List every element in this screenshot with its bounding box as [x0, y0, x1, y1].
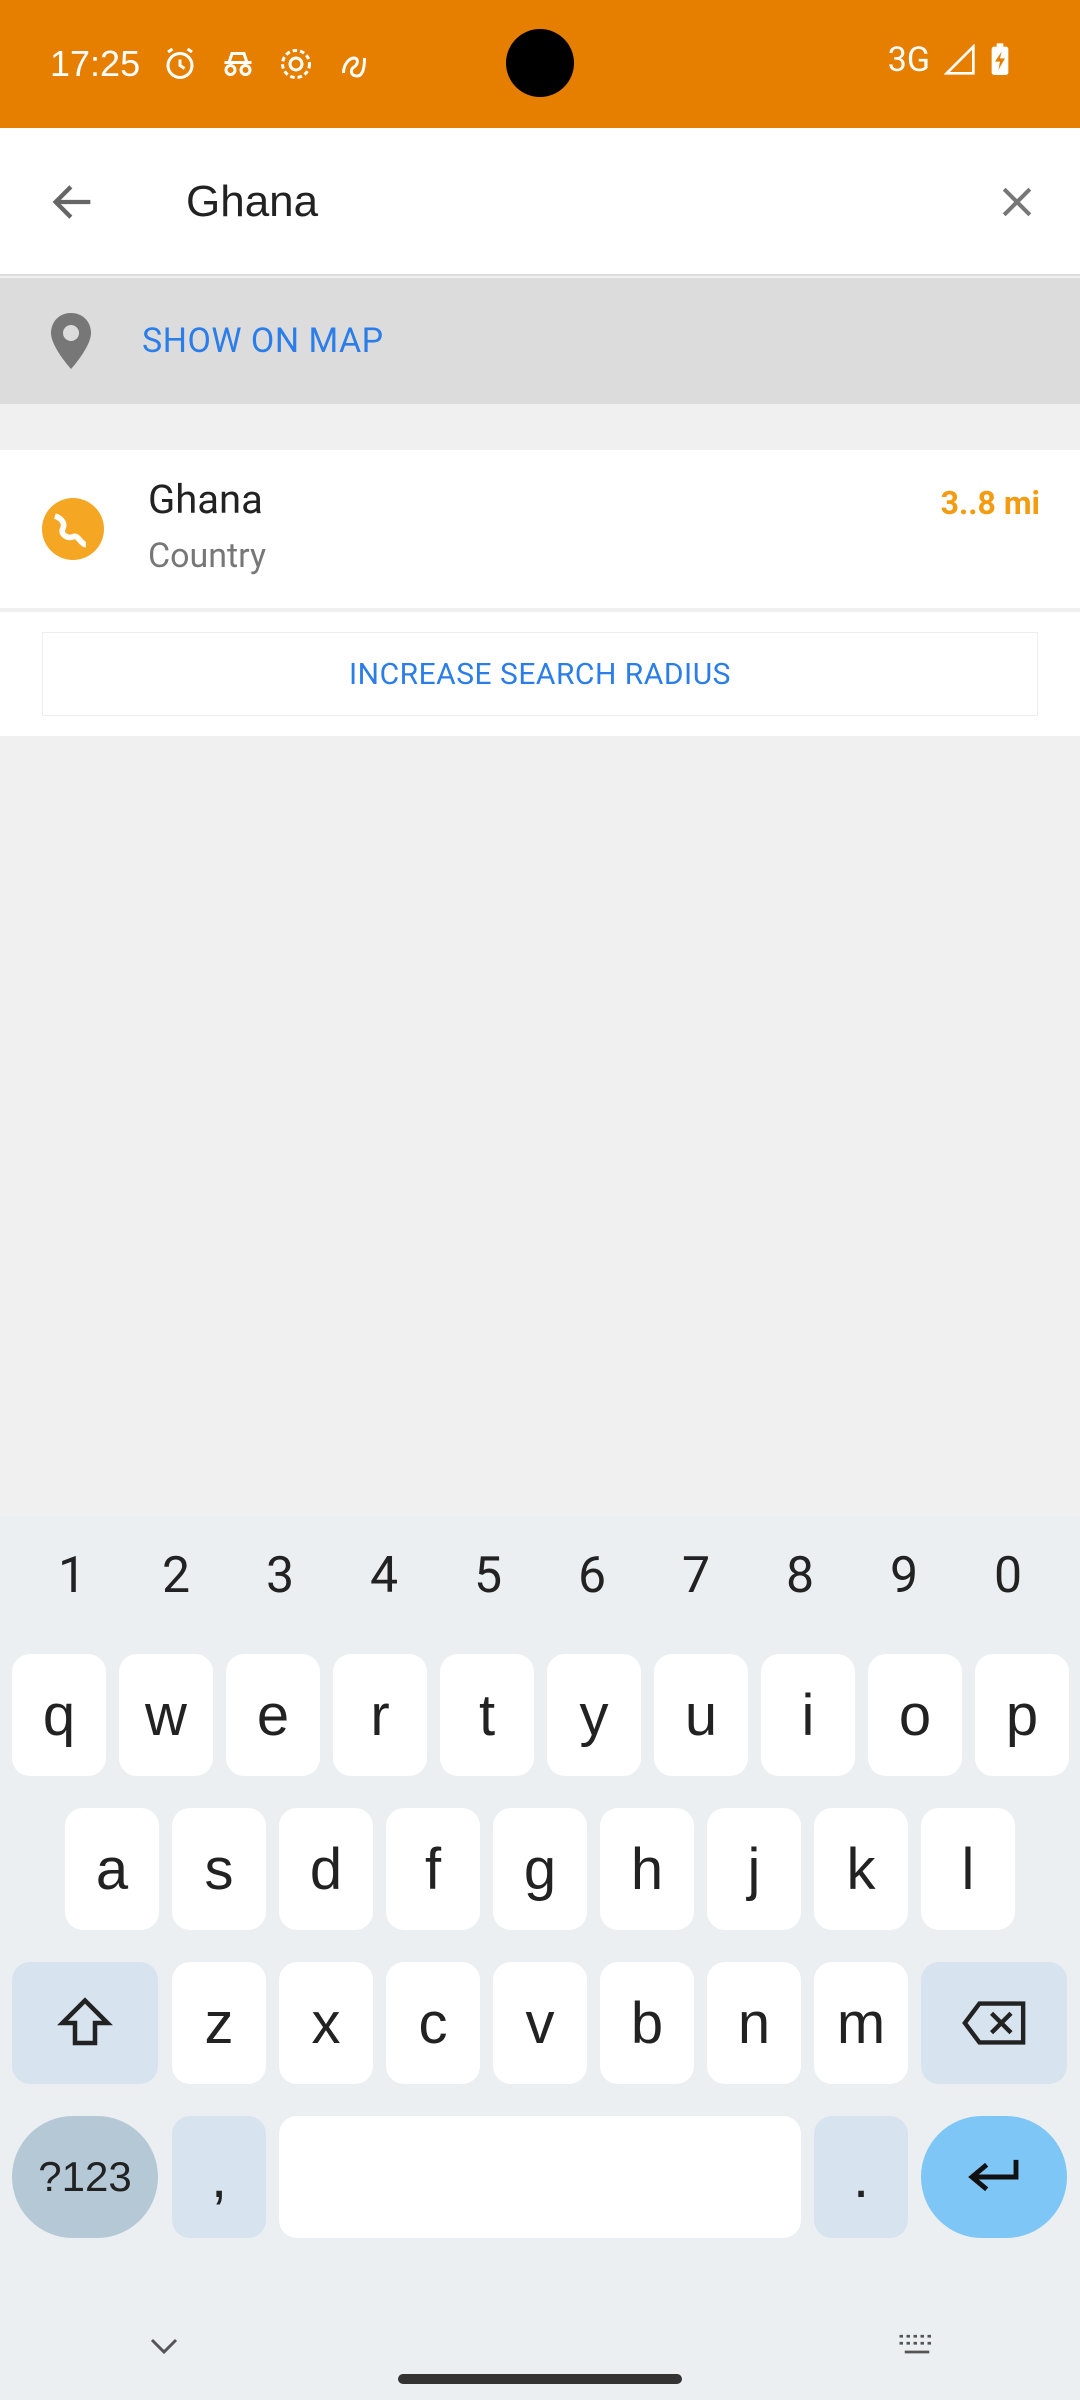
key-3[interactable]: 3 — [266, 1547, 294, 1605]
period-key[interactable]: . — [814, 2116, 908, 2238]
status-bar: 17:25 3G — [0, 0, 1080, 128]
key-9[interactable]: 9 — [890, 1547, 918, 1605]
keyboard-row-1: q w e r t y u i o p — [0, 1654, 1080, 1776]
status-icons — [162, 46, 372, 82]
result-subtitle: Country — [148, 536, 267, 576]
key-r[interactable]: r — [333, 1654, 427, 1776]
symbols-key[interactable]: ?123 — [12, 2116, 158, 2238]
key-q[interactable]: q — [12, 1654, 106, 1776]
key-l[interactable]: l — [921, 1808, 1015, 1930]
shift-key[interactable] — [12, 1962, 158, 2084]
result-distance: 3..8 mi — [940, 484, 1040, 522]
app-root: 17:25 3G Ghana SHOW ON MAP Ghana 3..8 mi… — [0, 0, 1080, 2400]
key-0[interactable]: 0 — [994, 1547, 1022, 1605]
keyboard-row-2: a s d f g h j k l — [0, 1808, 1080, 1930]
key-m[interactable]: m — [814, 1962, 908, 2084]
key-o[interactable]: o — [868, 1654, 962, 1776]
key-v[interactable]: v — [493, 1962, 587, 2084]
enter-key[interactable] — [921, 2116, 1067, 2238]
bolt-icon — [342, 56, 367, 78]
enter-icon — [968, 2159, 1019, 2192]
back-button[interactable] — [0, 128, 146, 276]
key-e[interactable]: e — [226, 1654, 320, 1776]
key-p[interactable]: p — [975, 1654, 1069, 1776]
key-4[interactable]: 4 — [370, 1547, 398, 1605]
key-w[interactable]: w — [119, 1654, 213, 1776]
show-on-map-label: SHOW ON MAP — [142, 321, 384, 361]
key-t[interactable]: t — [440, 1654, 534, 1776]
show-on-map-row[interactable]: SHOW ON MAP — [0, 278, 1080, 404]
key-n[interactable]: n — [707, 1962, 801, 2084]
shift-icon — [57, 1997, 113, 2046]
key-f[interactable]: f — [386, 1808, 480, 1930]
keyboard: 1 2 3 4 5 6 7 8 9 0 q w e r t y u i o p … — [0, 1516, 1080, 2400]
signal-icon — [944, 44, 975, 75]
key-g[interactable]: g — [493, 1808, 587, 1930]
result-item[interactable]: Ghana 3..8 mi Country — [0, 450, 1080, 608]
battery-icon — [991, 43, 1009, 75]
key-8[interactable]: 8 — [786, 1547, 814, 1605]
globe-icon — [42, 498, 104, 560]
space-key[interactable] — [279, 2116, 801, 2238]
key-a[interactable]: a — [65, 1808, 159, 1930]
status-time: 17:25 — [50, 43, 141, 84]
backspace-key[interactable] — [921, 1962, 1067, 2084]
radius-row: INCREASE SEARCH RADIUS — [0, 612, 1080, 736]
key-6[interactable]: 6 — [578, 1547, 606, 1605]
key-b[interactable]: b — [600, 1962, 694, 2084]
settings-gear-icon — [281, 49, 312, 79]
close-icon — [1002, 187, 1032, 217]
keyboard-row-3: z x c v b n m — [0, 1962, 1080, 2084]
key-y[interactable]: y — [547, 1654, 641, 1776]
key-c[interactable]: c — [386, 1962, 480, 2084]
key-2[interactable]: 2 — [162, 1547, 190, 1605]
search-input[interactable] — [186, 138, 946, 266]
comma-key[interactable]: , — [172, 2116, 266, 2238]
map-pin-container — [0, 311, 142, 371]
keyboard-number-row: 1 2 3 4 5 6 7 8 9 0 — [0, 1516, 1080, 1636]
key-z[interactable]: z — [172, 1962, 266, 2084]
keyboard-bottom-bar — [0, 2324, 1080, 2400]
keyboard-switch-icon[interactable] — [896, 2332, 938, 2358]
incognito-icon — [224, 52, 252, 76]
key-h[interactable]: h — [600, 1808, 694, 1930]
backspace-icon — [962, 2001, 1026, 2045]
result-title: Ghana — [148, 476, 263, 523]
key-i[interactable]: i — [761, 1654, 855, 1776]
keyboard-row-4: ?123 , . — [0, 2116, 1080, 2238]
key-u[interactable]: u — [654, 1654, 748, 1776]
chevron-down-icon[interactable] — [146, 2334, 182, 2358]
network-type: 3G — [887, 40, 930, 80]
status-right: 3G — [888, 40, 1010, 80]
map-pin-icon — [51, 313, 91, 369]
key-s[interactable]: s — [172, 1808, 266, 1930]
search-header — [0, 128, 1080, 276]
key-1[interactable]: 1 — [58, 1547, 86, 1605]
key-j[interactable]: j — [707, 1808, 801, 1930]
camera-cutout — [506, 29, 574, 97]
clear-button[interactable] — [954, 138, 1080, 266]
alarm-icon — [166, 47, 194, 79]
key-k[interactable]: k — [814, 1808, 908, 1930]
home-indicator[interactable] — [398, 2374, 682, 2384]
increase-radius-button[interactable]: INCREASE SEARCH RADIUS — [42, 632, 1038, 716]
key-7[interactable]: 7 — [682, 1547, 710, 1605]
arrow-left-icon — [52, 185, 91, 219]
key-d[interactable]: d — [279, 1808, 373, 1930]
key-x[interactable]: x — [279, 1962, 373, 2084]
key-5[interactable]: 5 — [474, 1547, 502, 1605]
